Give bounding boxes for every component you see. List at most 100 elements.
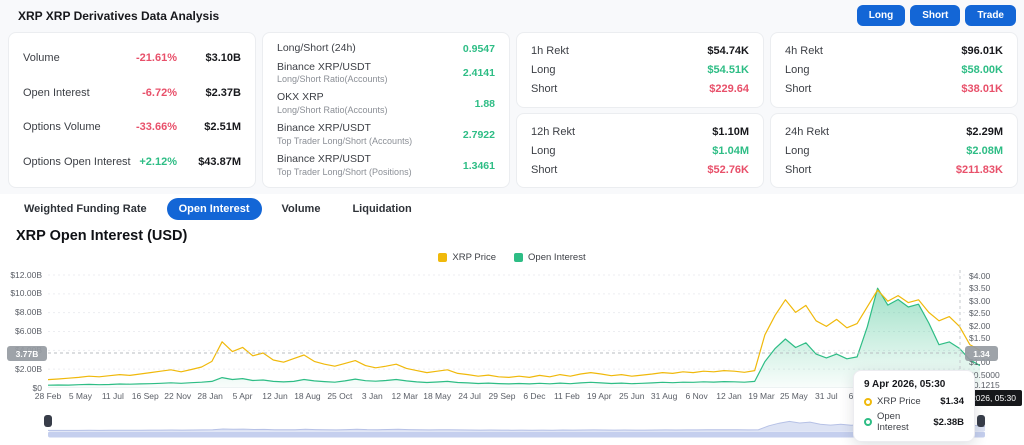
rekt-long-value: $2.08M bbox=[966, 144, 1003, 157]
y-axis-right-label: $3.50 bbox=[969, 283, 991, 293]
rekt-long-label: Long bbox=[785, 144, 810, 157]
rekt-total: $2.29M bbox=[966, 125, 1003, 138]
y-axis-right-label: $3.00 bbox=[969, 295, 991, 306]
stat-row: Options Open Interest +2.12% $43.87M bbox=[23, 156, 241, 168]
rekt-row: Long $58.00K bbox=[785, 64, 1003, 76]
open-interest-swatch-icon bbox=[514, 253, 524, 262]
y-axis-right-label: $4.00 bbox=[969, 270, 991, 281]
stat-label: Open Interest bbox=[23, 86, 90, 99]
open-interest-dot-icon bbox=[864, 418, 872, 426]
brush-minimap[interactable] bbox=[48, 407, 985, 438]
ratio-label: Binance XRP/USDT bbox=[277, 152, 371, 165]
y-axis-left-label: $8.00B bbox=[15, 307, 42, 318]
ratio-value: 0.9547 bbox=[462, 42, 495, 55]
rekt-long-label: Long bbox=[531, 63, 556, 76]
rekt-short-label: Short bbox=[785, 163, 812, 176]
ratio-row: Long/Short (24h) 0.9547 bbox=[277, 42, 495, 56]
stat-row: Options Volume -33.66% $2.51M bbox=[23, 121, 241, 133]
rekt-short-value: $211.83K bbox=[955, 163, 1003, 176]
ratio-sublabel: Top Trader Long/Short (Positions) bbox=[277, 166, 412, 177]
legend-label: Open Interest bbox=[528, 252, 586, 263]
brush-selection-bar[interactable] bbox=[48, 431, 985, 438]
tooltip-row: Open Interest $2.38B bbox=[864, 411, 964, 433]
chart-legend: XRP Price Open Interest bbox=[0, 252, 1024, 263]
ratio-sublabel: Long/Short Ratio(Accounts) bbox=[277, 105, 388, 116]
rekt-title: 24h Rekt bbox=[785, 125, 830, 138]
rekt-row: Short $52.76K bbox=[531, 164, 749, 176]
ratio-label: OKX XRP bbox=[277, 91, 324, 104]
ratio-row: OKX XRP Long/Short Ratio(Accounts) 1.88 bbox=[277, 91, 495, 116]
rekt-short-label: Short bbox=[531, 83, 558, 96]
open-interest-area bbox=[48, 288, 980, 388]
rekt-short-value: $38.01K bbox=[961, 83, 1003, 96]
stat-change: -6.72% bbox=[142, 86, 177, 99]
rekt-row: Long $54.51K bbox=[531, 64, 749, 76]
rekt-title: 12h Rekt bbox=[531, 125, 576, 138]
tab-weighted-funding-rate[interactable]: Weighted Funding Rate bbox=[12, 198, 159, 220]
legend-label: XRP Price bbox=[452, 252, 497, 263]
rekt-card-1h: 1h Rekt $54.74K Long $54.51K Short $229.64 bbox=[516, 32, 764, 108]
tooltip-label: Open Interest bbox=[877, 411, 909, 433]
ratio-sublabel: Long/Short Ratio(Accounts) bbox=[277, 74, 388, 85]
xrp-derivatives-dashboard: XRP XRP Derivatives Data Analysis Long S… bbox=[0, 0, 1024, 445]
chart-tooltip: 9 Apr 2026, 05:30 XRP Price $1.34 Open I… bbox=[853, 370, 975, 442]
rekt-total: $1.10M bbox=[712, 125, 749, 138]
short-button[interactable]: Short bbox=[910, 5, 961, 26]
ratio-sublabel: Top Trader Long/Short (Accounts) bbox=[277, 135, 413, 146]
rekt-row: 1h Rekt $54.74K bbox=[531, 45, 749, 57]
stat-label: Volume bbox=[23, 52, 60, 65]
rekt-card-4h: 4h Rekt $96.01K Long $58.00K Short $38.01K bbox=[770, 32, 1018, 108]
rekt-card-12h: 12h Rekt $1.10M Long $1.04M Short $52.76K bbox=[516, 113, 764, 188]
ratio-value: 1.3461 bbox=[462, 159, 495, 172]
legend-item-xrp-price[interactable]: XRP Price bbox=[438, 252, 496, 263]
tooltip-value: $1.34 bbox=[940, 396, 964, 407]
y-axis-left-label: $10.00B bbox=[10, 288, 42, 299]
stat-row: Volume -21.61% $3.10B bbox=[23, 52, 241, 64]
rekt-long-value: $54.51K bbox=[707, 63, 749, 76]
ratio-row: Binance XRP/USDT Long/Short Ratio(Account… bbox=[277, 61, 495, 86]
long-button[interactable]: Long bbox=[856, 5, 906, 26]
chart-plot[interactable] bbox=[48, 270, 980, 388]
tooltip-date: 9 Apr 2026, 05:30 bbox=[864, 379, 946, 390]
y-axis-left-label: $6.00B bbox=[15, 326, 42, 336]
rekt-row: Short $38.01K bbox=[785, 83, 1003, 95]
y-axis-left-label: $12.00B bbox=[10, 269, 42, 280]
rekt-row: 12h Rekt $1.10M bbox=[531, 126, 749, 138]
rekt-short-value: $229.64 bbox=[709, 83, 749, 96]
market-stats-card: Volume -21.61% $3.10B Open Interest -6.7… bbox=[8, 32, 256, 188]
header-actions: Long Short Trade bbox=[856, 5, 1016, 26]
tab-open-interest[interactable]: Open Interest bbox=[166, 198, 262, 220]
ratio-label: Binance XRP/USDT bbox=[277, 122, 371, 135]
tooltip-row: XRP Price $1.34 bbox=[864, 396, 964, 407]
page-title: XRP XRP Derivatives Data Analysis bbox=[18, 9, 220, 23]
y-axis-right-label: $2.50 bbox=[969, 308, 991, 318]
trade-button[interactable]: Trade bbox=[965, 5, 1016, 26]
rekt-row: 24h Rekt $2.29M bbox=[785, 126, 1003, 138]
tab-liquidation[interactable]: Liquidation bbox=[340, 198, 423, 220]
rekt-long-value: $1.04M bbox=[712, 144, 749, 157]
rekt-row: Short $229.64 bbox=[531, 83, 749, 95]
rekt-short-label: Short bbox=[785, 83, 812, 96]
xrp-price-dot-icon bbox=[864, 397, 872, 406]
tab-volume[interactable]: Volume bbox=[270, 198, 333, 220]
rekt-total: $54.74K bbox=[707, 44, 749, 57]
rekt-long-label: Long bbox=[785, 63, 810, 76]
rekt-row: Long $2.08M bbox=[785, 145, 1003, 157]
brush-right-handle[interactable] bbox=[977, 415, 985, 427]
brush-area bbox=[48, 411, 985, 431]
stat-change: -21.61% bbox=[136, 52, 177, 65]
rekt-long-value: $58.00K bbox=[961, 63, 1003, 76]
chart-section-title: XRP Open Interest (USD) bbox=[16, 228, 188, 244]
rekt-title: 1h Rekt bbox=[531, 44, 569, 57]
brush-left-handle[interactable] bbox=[44, 415, 52, 427]
stat-change: -33.66% bbox=[136, 121, 177, 134]
rekt-total: $96.01K bbox=[961, 44, 1003, 57]
ratio-value: 2.4141 bbox=[462, 67, 495, 80]
tooltip-label: XRP Price bbox=[877, 396, 921, 407]
stat-value: $3.10B bbox=[205, 52, 241, 65]
long-short-ratios-card: Long/Short (24h) 0.9547 Binance XRP/USDT… bbox=[262, 32, 510, 188]
rekt-row: Short $211.83K bbox=[785, 164, 1003, 176]
legend-item-open-interest[interactable]: Open Interest bbox=[514, 252, 586, 263]
stat-label: Options Volume bbox=[23, 121, 101, 134]
stat-value: $43.87M bbox=[198, 155, 241, 168]
